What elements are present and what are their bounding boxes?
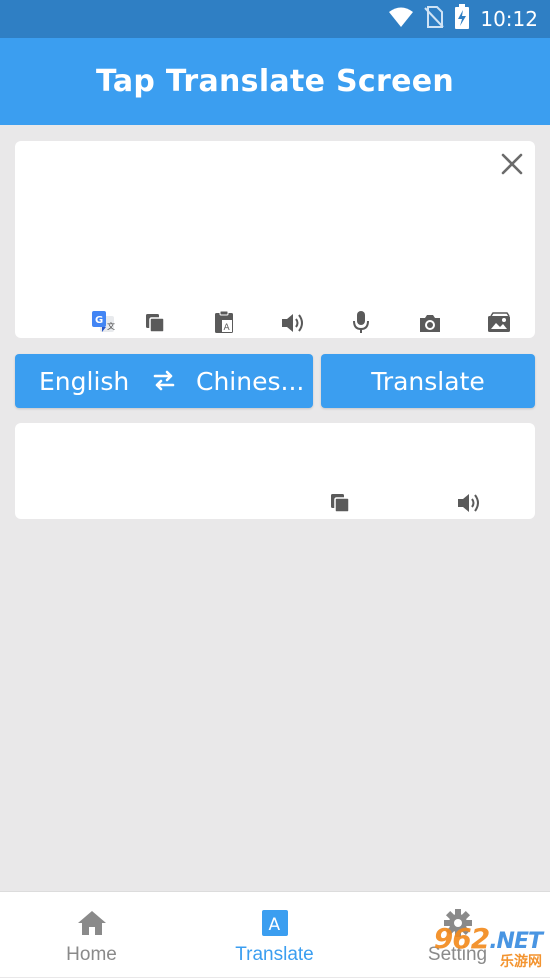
paste-icon: A (215, 310, 233, 333)
svg-text:A: A (224, 323, 231, 333)
swap-languages-button[interactable] (152, 368, 176, 397)
close-icon (501, 153, 523, 175)
nav-home-label: Home (66, 944, 117, 965)
home-icon (77, 908, 107, 938)
camera-icon (420, 315, 440, 332)
speaker-icon (282, 314, 303, 332)
copy-button[interactable] (142, 310, 168, 336)
watermark-sub: 乐游网 (500, 953, 542, 969)
copy-icon (331, 494, 350, 513)
voice-input-button[interactable] (348, 309, 374, 335)
clear-button[interactable] (499, 151, 525, 177)
google-translate-button[interactable]: 文 G (90, 309, 116, 335)
paste-button[interactable]: A (211, 309, 237, 335)
status-bar: 10:12 (0, 0, 550, 38)
gallery-icon (488, 312, 510, 332)
output-text-area (15, 423, 535, 519)
copy-icon (146, 314, 165, 333)
google-translate-icon: 文 G (92, 311, 115, 332)
watermark-logo: 962.NET 乐游网 (433, 922, 543, 971)
input-text-area[interactable]: 文 G A (15, 141, 535, 338)
copy-output-button[interactable] (327, 490, 353, 516)
language-selector[interactable]: English Chines... (15, 354, 313, 408)
status-time: 10:12 (480, 7, 538, 31)
source-language[interactable]: English (39, 367, 129, 396)
nav-translate[interactable]: A Translate (183, 892, 366, 978)
speaker-icon (458, 494, 479, 512)
swap-icon (153, 370, 175, 391)
svg-text:A: A (268, 915, 280, 935)
target-language[interactable]: Chines... (196, 367, 304, 396)
camera-button[interactable] (417, 310, 443, 336)
microphone-icon (353, 311, 369, 333)
wifi-icon (388, 6, 414, 33)
svg-text:文: 文 (107, 321, 115, 331)
translate-icon: A (261, 908, 289, 938)
no-sim-icon (424, 5, 445, 34)
watermark-brand: 962 (433, 922, 490, 955)
nav-home[interactable]: Home (0, 892, 183, 978)
speak-input-button[interactable] (280, 310, 306, 336)
battery-charging-icon (454, 3, 470, 35)
bottom-navigation: Home A Translate Setting 962.NET 乐游网 (0, 891, 550, 977)
svg-text:G: G (95, 315, 103, 326)
gallery-button[interactable] (486, 310, 512, 336)
app-bar: Tap Translate Screen (0, 38, 550, 125)
page-title: Tap Translate Screen (95, 64, 455, 99)
nav-translate-label: Translate (235, 944, 314, 965)
speak-output-button[interactable] (456, 490, 482, 516)
translate-button[interactable]: Translate (321, 354, 535, 408)
translate-button-label: Translate (371, 366, 485, 396)
